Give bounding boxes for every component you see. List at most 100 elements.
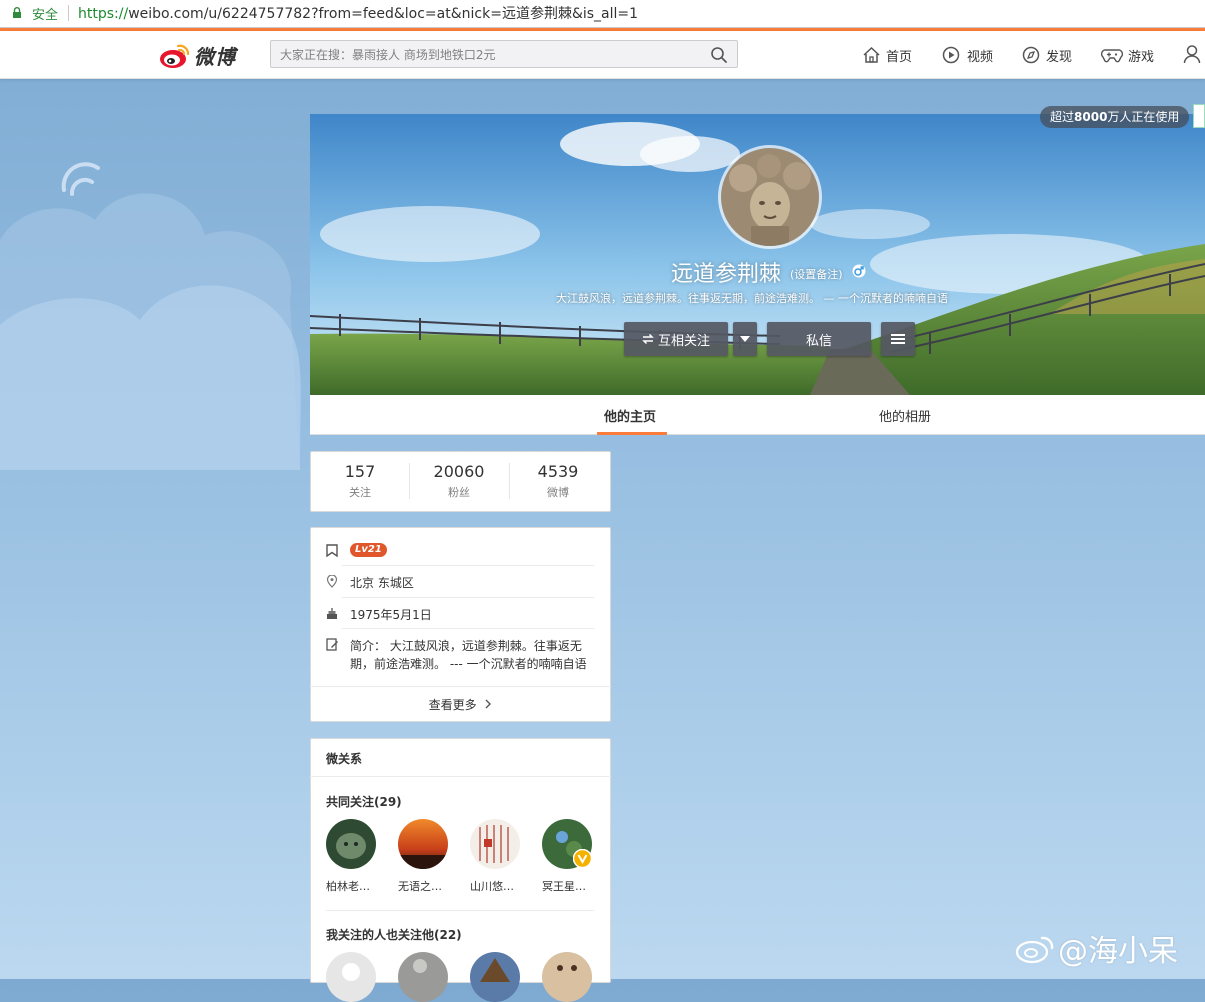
bookmark-icon — [326, 544, 338, 557]
video-icon — [942, 46, 960, 64]
url-path: weibo.com/u/6224757782?from=feed&loc=at&… — [128, 6, 639, 22]
birthday-cake-icon — [327, 608, 337, 619]
friend-avatar-image — [398, 819, 448, 869]
nav-video-label: 视频 — [967, 49, 994, 65]
url-protocol: https:// — [78, 6, 129, 22]
nav-games-label: 游戏 — [1128, 49, 1155, 65]
watermark-text: @海小呆 — [1058, 934, 1178, 969]
search-placeholder: 大家正在搜：暴雨接人 商场到地铁口2元 — [280, 48, 496, 62]
side-tab[interactable] — [1193, 104, 1205, 128]
search-icon[interactable] — [710, 46, 728, 64]
stat-posts-label: 微博 — [547, 486, 569, 499]
relations-divider — [310, 776, 611, 777]
friend-avatar[interactable] — [326, 952, 376, 1002]
stat-following-label: 关注 — [349, 486, 371, 499]
info-level-row: Lv21 — [326, 543, 387, 557]
weibo-watermark-icon — [1015, 936, 1054, 964]
url-field[interactable]: https://weibo.com/u/6224757782?from=feed… — [78, 3, 638, 23]
avatar-terracotta-image — [721, 148, 819, 246]
friend-name[interactable]: 冥王星… — [542, 878, 586, 894]
profile-nickname: 远道参荆棘 — [671, 262, 782, 287]
bio-line-1: 简介： 大江鼓风浪，远道参荆棘。往事返无 — [350, 639, 582, 653]
nav-games[interactable]: 游戏 — [1101, 44, 1154, 66]
bio-text: 简介： 大江鼓风浪，远道参荆棘。往事返无 期，前途浩难测。 --- 一个沉默者的… — [350, 637, 590, 673]
tab-album[interactable]: 他的相册 — [879, 406, 931, 425]
info-divider — [342, 597, 594, 598]
stat-followers-value: 20060 — [433, 462, 485, 481]
gamepad-icon — [1101, 49, 1123, 63]
private-message-button[interactable]: 私信 — [767, 322, 871, 356]
caret-down-icon — [740, 336, 750, 342]
birthday-text: 1975年5月1日 — [350, 608, 432, 622]
friend-name[interactable]: 山川悠… — [470, 878, 514, 894]
hamburger-icon — [891, 334, 905, 344]
chevron-right-icon — [485, 699, 492, 709]
stat-posts[interactable]: 4539 微博 — [508, 462, 608, 500]
swap-arrows-icon — [642, 333, 654, 345]
default-avatar-image — [326, 952, 376, 1002]
badge-number: 8000 — [1074, 110, 1108, 124]
also-follow-title[interactable]: 我关注的人也关注他(22) — [326, 926, 462, 943]
nav-discover[interactable]: 发现 — [1021, 44, 1072, 66]
info-location-row: 北京 东城区 — [326, 574, 414, 591]
cover-bio: 大江鼓风浪，远道参荆棘。往事返无期，前途浩难测。 — 一个沉默者的喃喃自语 — [556, 292, 948, 305]
user-icon[interactable] — [1182, 44, 1202, 64]
info-birthday-row: 1975年5月1日 — [326, 606, 432, 623]
friend-avatar-image — [398, 952, 448, 1002]
nav-discover-label: 发现 — [1046, 49, 1073, 65]
nav-video[interactable]: 视频 — [941, 44, 993, 66]
private-message-label: 私信 — [805, 333, 832, 349]
common-follows-title[interactable]: 共同关注(29) — [326, 793, 402, 810]
logo-text: 微博 — [194, 45, 236, 69]
friend-avatar-image — [542, 952, 592, 1002]
secure-label: 安全 — [32, 8, 59, 23]
tab-home[interactable]: 他的主页 — [604, 406, 656, 425]
level-badge[interactable]: Lv21 — [350, 543, 387, 557]
cloud-decoration — [0, 162, 301, 470]
stat-followers[interactable]: 20060 粉丝 — [409, 462, 509, 500]
home-icon — [863, 46, 880, 63]
nav-home[interactable]: 首页 — [862, 44, 912, 66]
edit-note-icon — [326, 638, 338, 651]
male-icon — [852, 264, 866, 278]
lock-icon — [13, 7, 21, 18]
info-divider — [310, 686, 611, 687]
compass-icon — [1022, 46, 1040, 64]
follow-dropdown-button[interactable] — [733, 322, 757, 356]
verified-badge-icon — [573, 849, 592, 868]
info-divider — [342, 628, 594, 629]
bio-line-2: 期，前途浩难测。 --- 一个沉默者的喃喃自语 — [350, 657, 587, 671]
friend-avatar[interactable] — [470, 819, 520, 869]
friend-name[interactable]: 无语之… — [398, 878, 442, 894]
friend-avatar[interactable] — [398, 952, 448, 1002]
friend-avatar[interactable] — [326, 819, 376, 869]
set-remark-link[interactable]: (设置备注) — [790, 266, 843, 282]
address-separator — [68, 5, 69, 21]
friend-avatar[interactable] — [398, 819, 448, 869]
stat-following-value: 157 — [344, 462, 376, 481]
view-more-link[interactable]: 查看更多 — [310, 696, 611, 713]
info-bio-row: 简介： 大江鼓风浪，远道参荆棘。往事返无 期，前途浩难测。 --- 一个沉默者的… — [326, 637, 590, 673]
friend-name[interactable]: 柏林老… — [326, 878, 370, 894]
friend-avatar-image — [470, 819, 520, 869]
stat-following[interactable]: 157 关注 — [310, 462, 410, 500]
friend-avatar[interactable] — [470, 952, 520, 1002]
more-menu-button[interactable] — [881, 322, 915, 356]
avatar[interactable] — [721, 148, 819, 246]
stat-posts-value: 4539 — [537, 462, 579, 481]
friend-avatar[interactable] — [542, 952, 592, 1002]
mutual-follow-button[interactable]: 互相关注 — [624, 322, 728, 356]
watermark: @海小呆 — [1014, 926, 1178, 970]
badge-suffix: 万人正在使用 — [1107, 110, 1180, 124]
badge-prefix: 超过 — [1050, 110, 1075, 124]
stat-followers-label: 粉丝 — [448, 486, 470, 499]
location-pin-icon — [326, 575, 338, 588]
profile-tabs — [310, 395, 1205, 435]
view-more-label: 查看更多 — [428, 698, 477, 712]
friend-avatar-image — [326, 819, 376, 869]
active-tab-indicator — [597, 432, 667, 435]
friend-avatar-image — [470, 952, 520, 1002]
nav-home-label: 首页 — [886, 49, 913, 65]
location-text: 北京 东城区 — [350, 576, 414, 590]
usage-badge: 超过8000万人正在使用 — [1040, 106, 1190, 128]
